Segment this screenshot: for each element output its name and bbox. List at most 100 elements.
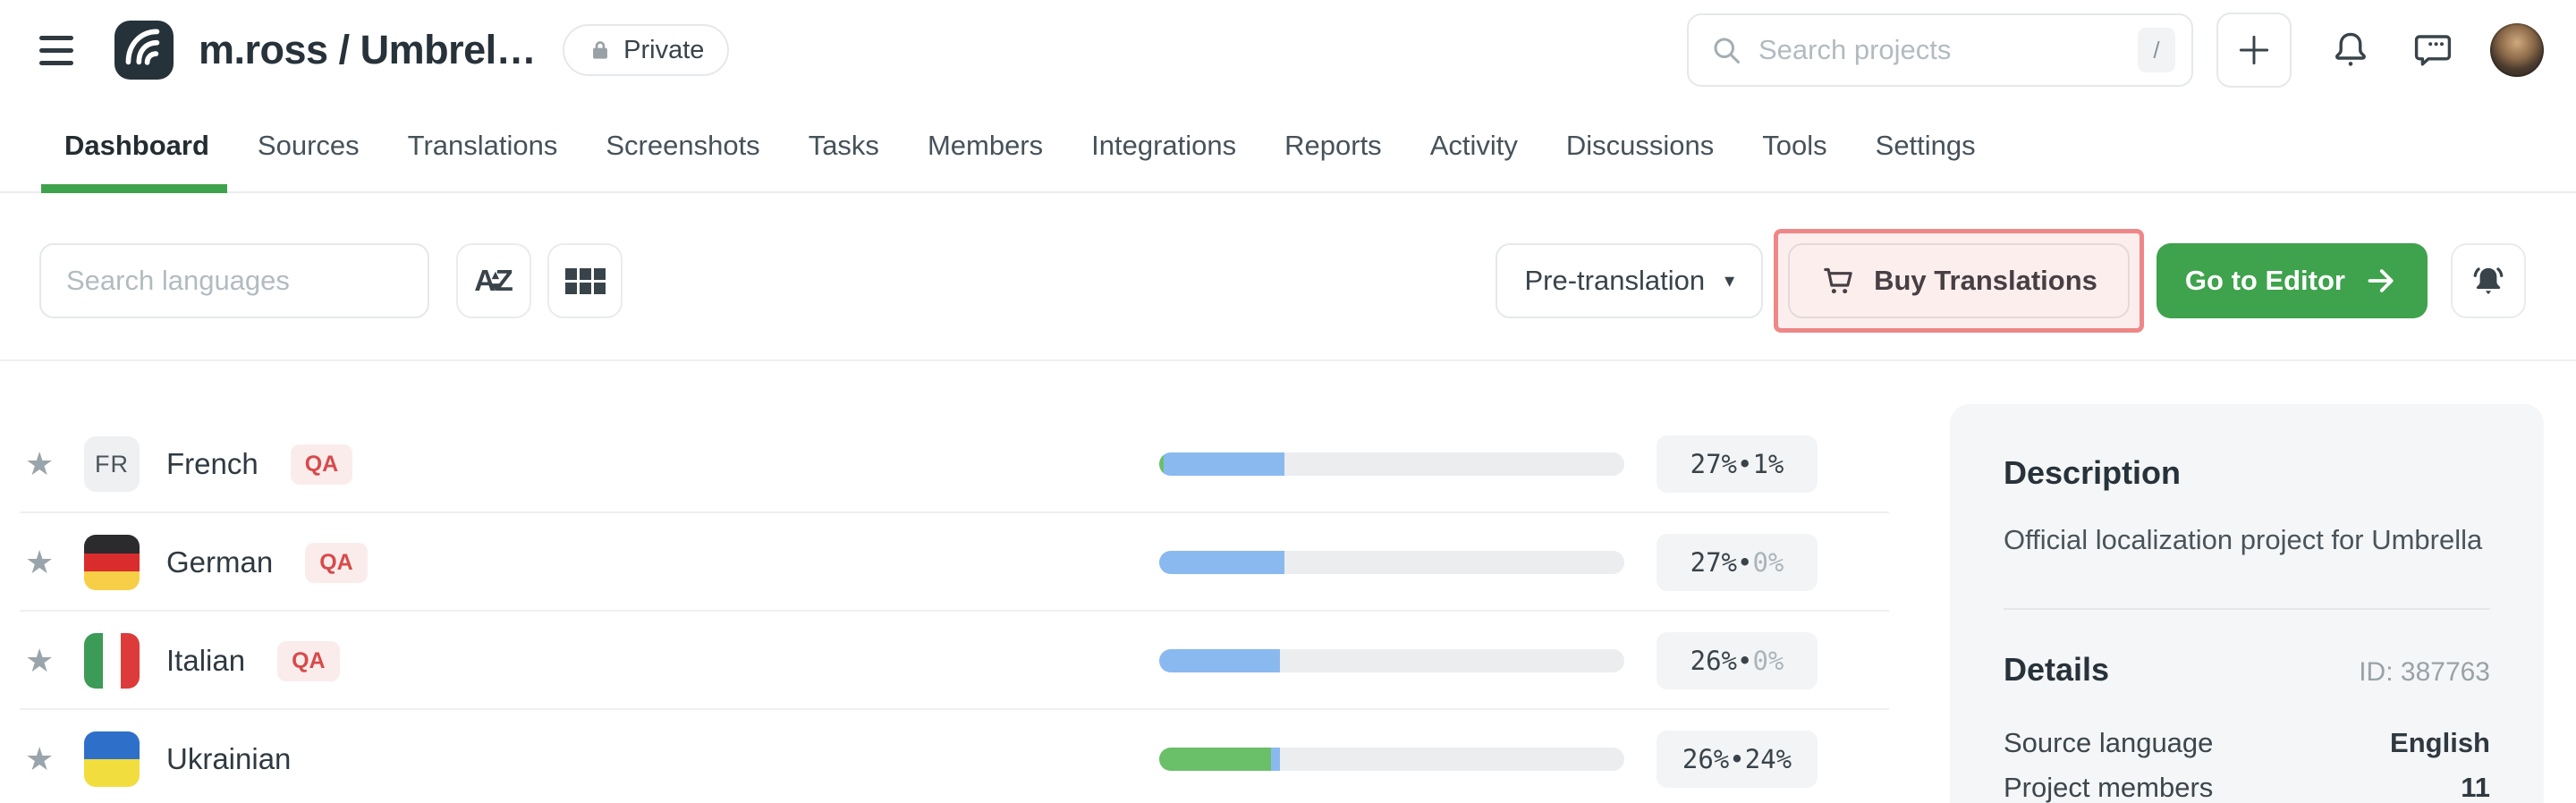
sort-az-icon: A▴▾Z [474,264,513,298]
progress-percent-badge: 26% • 0% [1657,632,1818,689]
star-icon[interactable]: ★ [25,445,64,483]
approved-percent: 0% [1752,646,1784,676]
language-name: German [166,545,273,579]
project-id: ID: 387763 [2359,657,2490,688]
project-search[interactable]: / [1687,13,2193,87]
caret-down-icon: ▾ [1724,269,1734,292]
tab-screenshots[interactable]: Screenshots [606,100,759,191]
grid-view-icon [565,268,606,294]
qa-badge[interactable]: QA [291,444,353,485]
create-project-button[interactable] [2216,13,2292,88]
description-text: Official localization project for Umbrel… [2004,520,2490,560]
language-row-ukrainian[interactable]: ★ Ukrainian 26% • 24% [0,710,1896,803]
notifications-bell-icon[interactable] [2327,27,2374,73]
lock-icon [588,38,613,63]
progress-percent-badge: 26% • 24% [1657,731,1818,788]
detail-value: English [2390,721,2490,765]
percent-separator: • [1729,744,1744,774]
flag-ukrainian [84,731,140,787]
dashboard-content: ★ FR French QA 27% • 1% ★ German QA [0,361,2576,803]
translated-percent: 26% [1690,646,1737,676]
bell-ringing-icon [2468,260,2509,301]
language-name: French [166,447,258,481]
privacy-badge: Private [563,24,729,76]
qa-badge[interactable]: QA [277,641,340,681]
percent-separator: • [1737,449,1752,479]
tab-tasks[interactable]: Tasks [809,100,879,191]
translated-percent: 26% [1682,744,1729,774]
detail-label: Source language [2004,721,2213,765]
translated-percent: 27% [1690,449,1737,479]
flag-french: FR [84,436,140,492]
dashboard-toolbar: A▴▾Z Pre-translation ▾ Buy Translations … [0,193,2576,359]
percent-separator: • [1737,547,1752,578]
approved-percent: 1% [1752,449,1784,479]
panel-divider [2004,608,2490,610]
flag-italian [84,633,140,689]
progress-bar [1159,452,1624,476]
go-to-editor-button[interactable]: Go to Editor [2157,243,2428,318]
progress-translated-fill [1271,748,1280,771]
star-icon[interactable]: ★ [25,544,64,581]
progress-translated-fill [1159,551,1284,574]
search-projects-input[interactable] [1758,34,2122,66]
details-title: Details [2004,651,2109,689]
buy-translations-label: Buy Translations [1874,265,2097,297]
crowdin-logo-icon[interactable] [114,21,174,80]
slash-shortcut-key: / [2138,28,2175,72]
progress-translated-fill [1159,649,1280,672]
tab-members[interactable]: Members [928,100,1043,191]
language-name: Italian [166,644,245,678]
tab-reports[interactable]: Reports [1284,100,1382,191]
qa-badge[interactable]: QA [305,543,368,583]
messages-chat-icon[interactable] [2410,27,2456,73]
detail-row-source-language: Source language English [2004,721,2490,765]
star-icon[interactable]: ★ [25,740,64,778]
language-row-german[interactable]: ★ German QA 27% • 0% [0,513,1896,612]
details-rows: Source language English Project members … [2004,721,2490,803]
language-row-french[interactable]: ★ FR French QA 27% • 1% [0,415,1896,513]
description-title: Description [2004,454,2490,492]
detail-row-project-members: Project members 11 [2004,765,2490,803]
star-icon[interactable]: ★ [25,642,64,680]
language-name: Ukrainian [166,742,291,776]
tab-dashboard[interactable]: Dashboard [64,100,209,191]
tab-settings[interactable]: Settings [1876,100,1976,191]
language-row-italian[interactable]: ★ Italian QA 26% • 0% [0,612,1896,710]
cart-icon [1820,263,1856,299]
tab-activity[interactable]: Activity [1430,100,1518,191]
project-title: m.ross / Umbrel… [199,27,536,73]
sort-languages-button[interactable]: A▴▾Z [456,243,531,318]
tab-integrations[interactable]: Integrations [1091,100,1236,191]
announcements-button[interactable] [2451,243,2526,318]
translated-percent: 27% [1690,547,1737,578]
hamburger-menu-icon[interactable] [39,29,82,72]
progress-approved-fill [1159,748,1271,771]
approved-percent: 0% [1752,547,1784,578]
buy-translations-button[interactable]: Buy Translations [1788,243,2130,318]
progress-percent-badge: 27% • 1% [1657,435,1818,493]
go-to-editor-label: Go to Editor [2185,265,2345,297]
privacy-badge-label: Private [623,36,704,65]
arrow-right-icon [2363,263,2399,299]
search-languages-input[interactable] [39,243,429,318]
tab-discussions[interactable]: Discussions [1566,100,1714,191]
progress-bar [1159,551,1624,574]
buy-translations-highlight-annotation: Buy Translations [1774,229,2144,333]
progress-translated-fill [1164,452,1284,476]
language-list: ★ FR French QA 27% • 1% ★ German QA [0,361,1896,803]
user-avatar[interactable] [2490,23,2544,77]
progress-bar [1159,748,1624,771]
grid-view-button[interactable] [547,243,623,318]
detail-value: 11 [2461,765,2490,803]
tab-tools[interactable]: Tools [1762,100,1826,191]
tab-translations[interactable]: Translations [408,100,558,191]
project-tabs: Dashboard Sources Translations Screensho… [0,100,2576,193]
pretranslation-dropdown[interactable]: Pre-translation ▾ [1496,243,1763,318]
detail-label: Project members [2004,765,2213,803]
tab-sources[interactable]: Sources [258,100,360,191]
search-icon [1710,34,1742,66]
approved-percent: 24% [1745,744,1792,774]
percent-separator: • [1737,646,1752,676]
pretranslation-label: Pre-translation [1524,265,1705,297]
